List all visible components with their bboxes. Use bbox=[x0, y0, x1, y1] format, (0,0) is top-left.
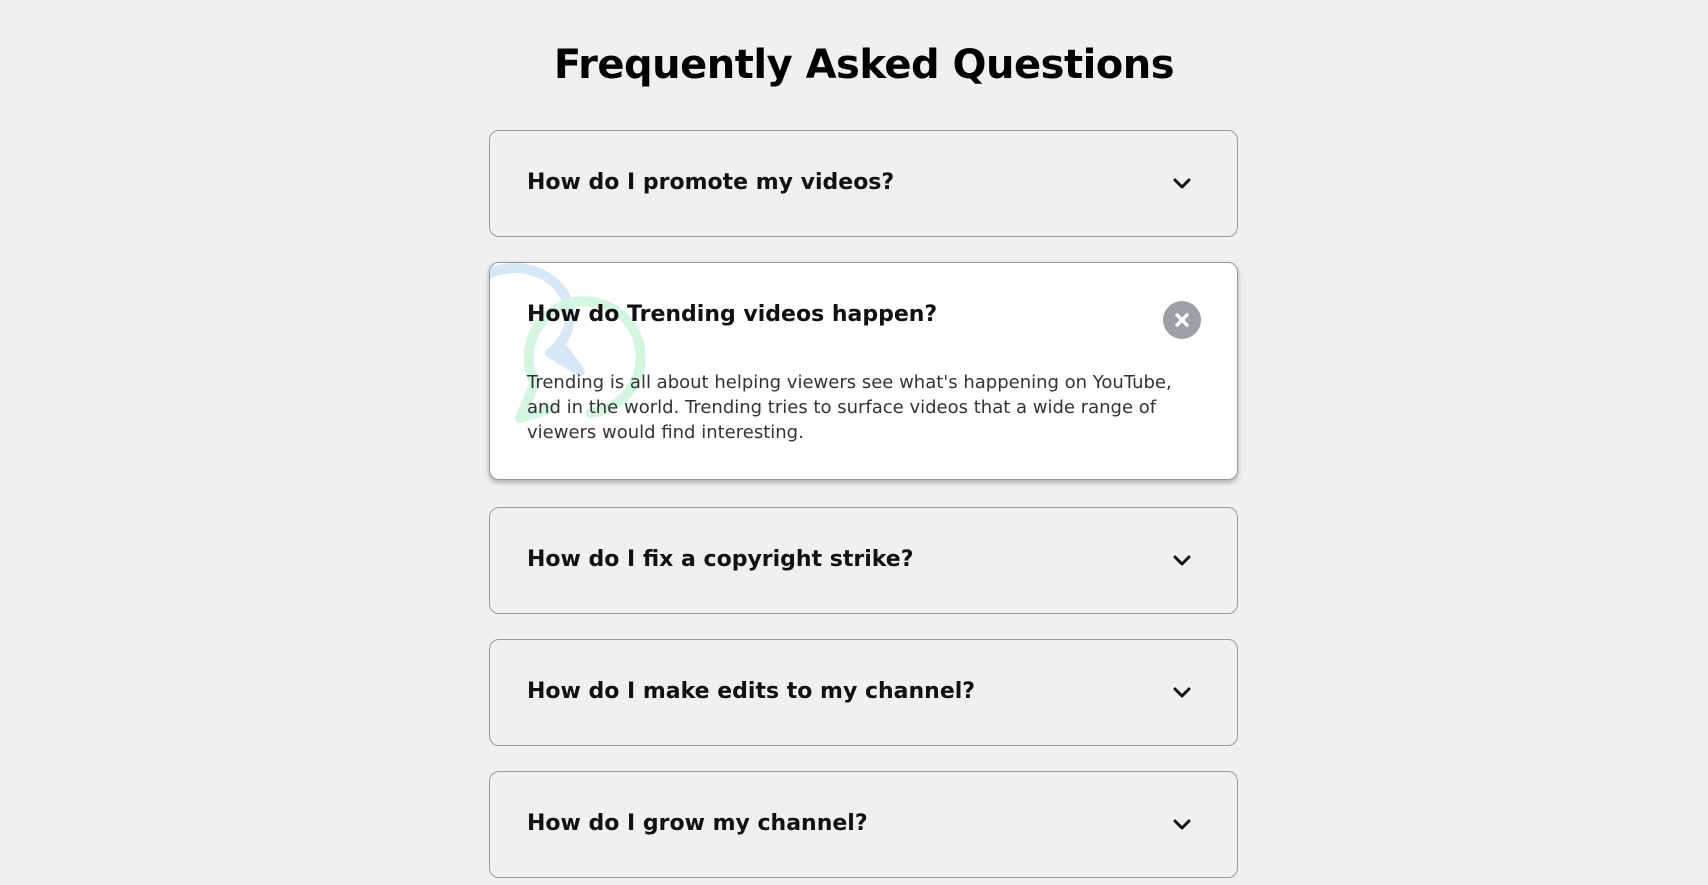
faq-toggle-button[interactable] bbox=[1163, 806, 1201, 844]
faq-item-expanded[interactable]: How do Trending videos happen? Trending … bbox=[489, 262, 1238, 480]
close-icon bbox=[1163, 301, 1201, 339]
faq-item[interactable]: How do I make edits to my channel? bbox=[489, 639, 1238, 746]
chevron-down-icon bbox=[1173, 819, 1191, 830]
faq-item[interactable]: How do I grow my channel? bbox=[489, 771, 1238, 878]
faq-question[interactable]: How do I grow my channel? bbox=[527, 811, 868, 836]
faq-question[interactable]: How do Trending videos happen? bbox=[527, 302, 937, 327]
chevron-down-icon bbox=[1173, 555, 1191, 566]
faq-toggle-button[interactable] bbox=[1163, 674, 1201, 712]
faq-toggle-button[interactable] bbox=[1163, 542, 1201, 580]
faq-item[interactable]: How do I promote my videos? bbox=[489, 130, 1238, 237]
faq-question[interactable]: How do I make edits to my channel? bbox=[527, 679, 975, 704]
faq-answer: Trending is all about helping viewers se… bbox=[527, 372, 1172, 443]
faq-toggle-button[interactable] bbox=[1163, 301, 1201, 339]
faq-toggle-button[interactable] bbox=[1163, 165, 1201, 203]
faq-question[interactable]: How do I promote my videos? bbox=[527, 170, 894, 195]
faq-item[interactable]: How do I fix a copyright strike? bbox=[489, 507, 1238, 614]
page-title: Frequently Asked Questions bbox=[553, 42, 1175, 88]
chevron-down-icon bbox=[1173, 178, 1191, 189]
chevron-down-icon bbox=[1173, 687, 1191, 698]
faq-page: Frequently Asked Questions How do I prom… bbox=[0, 0, 1708, 885]
faq-question[interactable]: How do I fix a copyright strike? bbox=[527, 547, 913, 572]
